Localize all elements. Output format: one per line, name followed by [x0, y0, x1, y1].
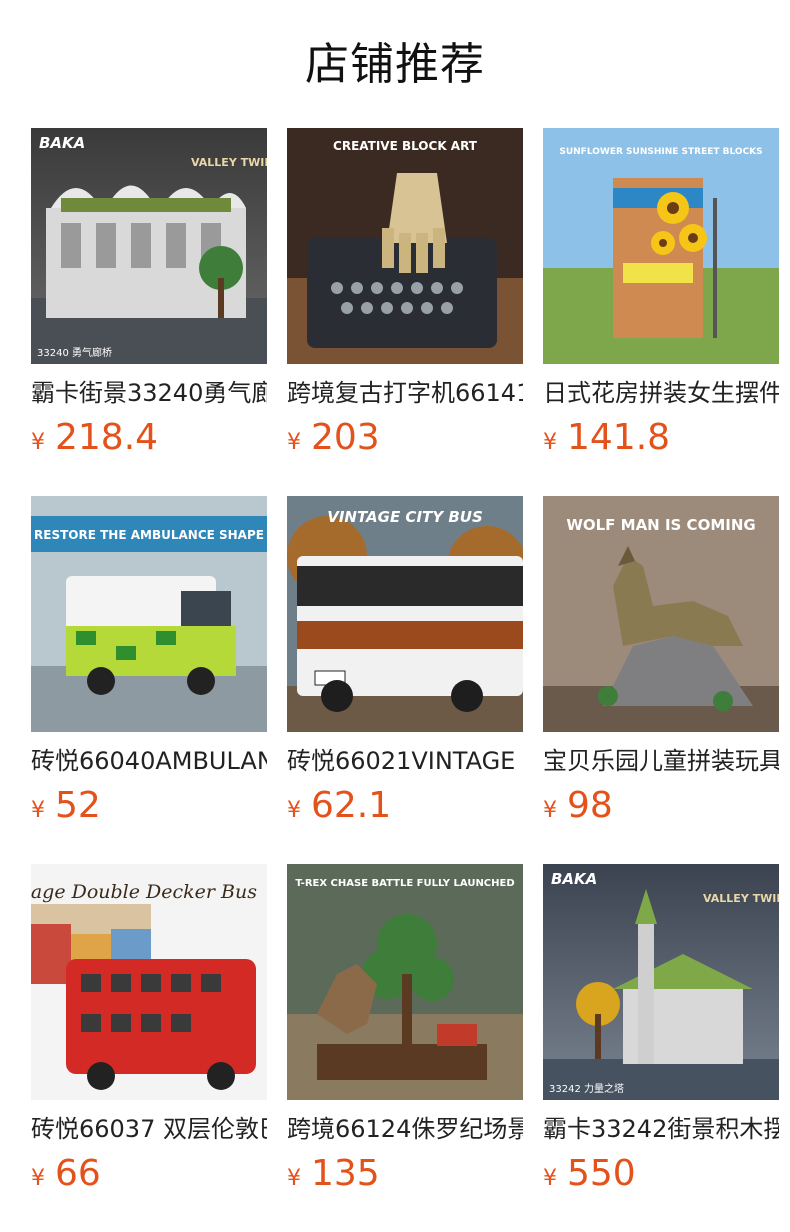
product-card[interactable]: RESTORE THE AMBULANCE SHAPE 砖悦66040AMBUL… — [31, 496, 267, 826]
currency-symbol: ¥ — [287, 430, 301, 455]
currency-symbol: ¥ — [31, 1166, 45, 1191]
brand-logo: BAKA — [551, 870, 597, 888]
price-value: 66 — [55, 1153, 101, 1194]
product-card[interactable]: VINTAGE CITY BUS 砖悦66021VINTAGE CITY BUS… — [287, 496, 523, 826]
product-image[interactable]: Vintage Double Decker Bus — [31, 864, 267, 1100]
product-title[interactable]: 砖悦66021VINTAGE CITY BUS — [287, 746, 523, 776]
price-value: 62.1 — [311, 785, 392, 826]
price-value: 98 — [567, 785, 613, 826]
product-card[interactable]: BAKA VALLEY TWILIGHT 33242 力量之塔 霸卡33242街… — [543, 864, 779, 1194]
product-card[interactable]: T-REX CHASE BATTLE FULLY LAUNCHED 跨境6612… — [287, 864, 523, 1194]
currency-symbol: ¥ — [287, 1166, 301, 1191]
price-value: 141.8 — [567, 417, 671, 458]
product-image[interactable]: CREATIVE BLOCK ART — [287, 128, 523, 364]
product-card[interactable]: BAKA VALLEY TWILIGHT 33240 勇气廊桥 霸卡街景3324… — [31, 128, 267, 458]
product-image[interactable]: WOLF MAN IS COMING — [543, 496, 779, 732]
product-image[interactable]: RESTORE THE AMBULANCE SHAPE — [31, 496, 267, 732]
image-banner: VINTAGE CITY BUS — [327, 508, 483, 526]
product-title[interactable]: 霸卡33242街景积木摆件 — [543, 1114, 779, 1144]
product-price: ¥ 62.1 — [287, 786, 523, 826]
product-image[interactable]: VINTAGE CITY BUS — [287, 496, 523, 732]
currency-symbol: ¥ — [543, 1166, 557, 1191]
image-banner: RESTORE THE AMBULANCE SHAPE — [34, 528, 264, 542]
product-price: ¥ 52 — [31, 786, 267, 826]
image-tag: 33240 勇气廊桥 — [37, 346, 112, 359]
image-tag: 33242 力量之塔 — [549, 1082, 624, 1095]
product-image[interactable]: SUNFLOWER SUNSHINE STREET BLOCKS — [543, 128, 779, 364]
product-title[interactable]: 跨境复古打字机66141 — [287, 378, 523, 408]
currency-symbol: ¥ — [287, 798, 301, 823]
product-title[interactable]: 砖悦66037 双层伦敦巴士 — [31, 1114, 267, 1144]
product-title[interactable]: 跨境66124侏罗纪场景 — [287, 1114, 523, 1144]
currency-symbol: ¥ — [31, 798, 45, 823]
price-value: 52 — [55, 785, 101, 826]
currency-symbol: ¥ — [543, 430, 557, 455]
product-title[interactable]: 宝贝乐园儿童拼装玩具 — [543, 746, 779, 776]
price-value: 550 — [567, 1153, 636, 1194]
product-price: ¥ 98 — [543, 786, 779, 826]
product-image[interactable]: BAKA VALLEY TWILIGHT 33240 勇气廊桥 — [31, 128, 267, 364]
image-banner: T-REX CHASE BATTLE FULLY LAUNCHED — [295, 878, 514, 889]
price-value: 135 — [311, 1153, 380, 1194]
currency-symbol: ¥ — [31, 430, 45, 455]
section-title: 店铺推荐 — [305, 39, 485, 90]
product-card[interactable]: SUNFLOWER SUNSHINE STREET BLOCKS 日式花房拼装女… — [543, 128, 779, 458]
series-logo: VALLEY TWILIGHT — [703, 892, 779, 905]
product-image[interactable]: BAKA VALLEY TWILIGHT 33242 力量之塔 — [543, 864, 779, 1100]
price-value: 218.4 — [55, 417, 159, 458]
image-banner: Vintage Double Decker Bus — [31, 881, 257, 903]
product-price: ¥ 550 — [543, 1154, 779, 1194]
product-price: ¥ 66 — [31, 1154, 267, 1194]
image-banner: SUNFLOWER SUNSHINE STREET BLOCKS — [559, 147, 762, 157]
image-banner: WOLF MAN IS COMING — [566, 516, 755, 534]
product-price: ¥ 135 — [287, 1154, 523, 1194]
product-image[interactable]: T-REX CHASE BATTLE FULLY LAUNCHED — [287, 864, 523, 1100]
section-header: 店铺推荐 — [0, 0, 790, 120]
product-card[interactable]: Vintage Double Decker Bus 砖悦66037 双层伦敦巴士… — [31, 864, 267, 1194]
product-card[interactable]: CREATIVE BLOCK ART 跨境复古打字机66141 ¥ 203 — [287, 128, 523, 458]
product-card[interactable]: WOLF MAN IS COMING 宝贝乐园儿童拼装玩具 ¥ 98 — [543, 496, 779, 826]
price-value: 203 — [311, 417, 380, 458]
product-price: ¥ 218.4 — [31, 418, 267, 458]
product-title[interactable]: 日式花房拼装女生摆件 — [543, 378, 779, 408]
product-title[interactable]: 霸卡街景33240勇气廊桥 — [31, 378, 267, 408]
image-banner: CREATIVE BLOCK ART — [333, 139, 478, 153]
brand-logo: BAKA — [39, 134, 85, 152]
series-logo: VALLEY TWILIGHT — [191, 156, 267, 169]
product-price: ¥ 141.8 — [543, 418, 779, 458]
product-price: ¥ 203 — [287, 418, 523, 458]
currency-symbol: ¥ — [543, 798, 557, 823]
product-title[interactable]: 砖悦66040AMBULANCE — [31, 746, 267, 776]
